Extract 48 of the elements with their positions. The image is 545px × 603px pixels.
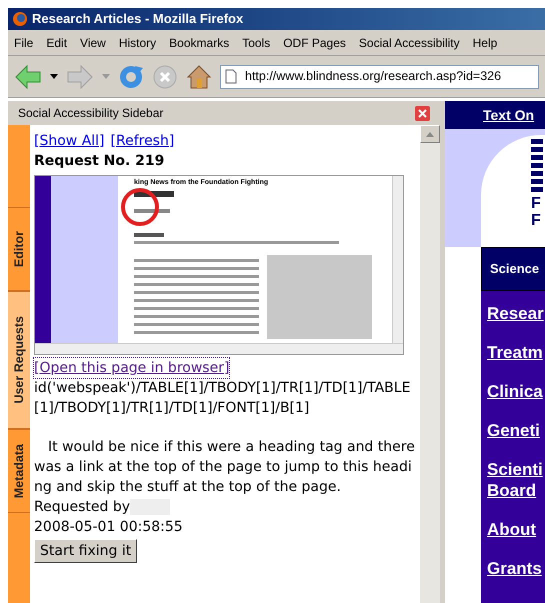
caret-icon[interactable] bbox=[50, 74, 58, 80]
menu-item[interactable]: File bbox=[14, 34, 34, 52]
window-title: Research Articles - Mozilla Firefox bbox=[32, 10, 244, 28]
request-title: Request No. 219 bbox=[34, 152, 166, 171]
close-button[interactable] bbox=[415, 106, 430, 120]
timestamp: 2008-05-01 00:58:55 bbox=[34, 518, 184, 537]
up-arrow-icon[interactable] bbox=[426, 132, 434, 136]
start-fixing-button[interactable]: Start fixing it bbox=[34, 539, 138, 563]
open-page-link[interactable]: [Open this page in browser] bbox=[34, 358, 230, 378]
nav-link[interactable]: Scienti Board bbox=[487, 459, 545, 501]
nav-link[interactable]: Resear bbox=[487, 303, 545, 324]
address-field[interactable]: http://www.blindness.org/research.asp?id=326 bbox=[220, 64, 539, 88]
back-arrow-icon[interactable] bbox=[14, 64, 42, 90]
sidebar-tab[interactable]: Metadata bbox=[8, 429, 30, 513]
section-header: Science bbox=[481, 247, 545, 291]
menu-item[interactable]: Edit bbox=[46, 34, 68, 52]
nav-link[interactable]: About bbox=[487, 519, 545, 540]
highlight-circle-drawing bbox=[120, 187, 160, 227]
menu-item[interactable]: Social Accessibility bbox=[358, 34, 460, 52]
reload-icon[interactable] bbox=[118, 64, 144, 90]
logo-stripes-icon bbox=[531, 139, 543, 195]
menu-item[interactable]: View bbox=[80, 34, 106, 52]
menu-item[interactable]: History bbox=[118, 34, 156, 52]
sidebar-link[interactable]: [Refresh] bbox=[110, 131, 174, 151]
nav-link[interactable]: Clinica bbox=[487, 381, 545, 402]
sidebar-tab[interactable]: User Requests bbox=[8, 291, 30, 429]
menu-item[interactable]: Bookmarks bbox=[169, 34, 230, 52]
page-icon bbox=[225, 69, 237, 84]
close-icon bbox=[418, 108, 427, 118]
text-only-link[interactable]: Text On bbox=[483, 104, 534, 126]
logo-text: F bbox=[531, 195, 541, 212]
request-comment: It would be nice if this were a heading tag and there was a link at the top of the page to jump to this heading and skip the stuff at the top of the page. bbox=[34, 438, 416, 497]
menu-item[interactable]: Tools bbox=[242, 34, 270, 52]
xpath-text: id('webspeak')/TABLE[1]/TBODY[1]/TR[1]/TD[1]/TABLE[1]/TBODY[1]/TR[1]/TD[1]/FONT[1]/B[1] bbox=[34, 379, 412, 418]
nav-link[interactable]: Treatm bbox=[487, 342, 545, 363]
requested-by-label: Requested by bbox=[34, 498, 130, 517]
sidebar-tab[interactable]: Editor bbox=[8, 207, 30, 291]
sidebar-link[interactable]: [Show All] bbox=[34, 131, 105, 151]
forward-arrow-icon[interactable] bbox=[66, 64, 94, 90]
menu-item[interactable]: Help bbox=[472, 34, 498, 52]
home-icon[interactable] bbox=[186, 64, 212, 90]
menu-item[interactable]: ODF Pages bbox=[283, 34, 346, 52]
browser-logo-icon bbox=[12, 11, 28, 27]
nav-link[interactable]: Geneti bbox=[487, 420, 545, 441]
logo-text: F bbox=[531, 212, 541, 229]
stop-icon[interactable] bbox=[152, 64, 178, 90]
sidebar-title: Social Accessibility Sidebar bbox=[18, 105, 164, 122]
nav-link[interactable]: Grants bbox=[487, 558, 545, 579]
